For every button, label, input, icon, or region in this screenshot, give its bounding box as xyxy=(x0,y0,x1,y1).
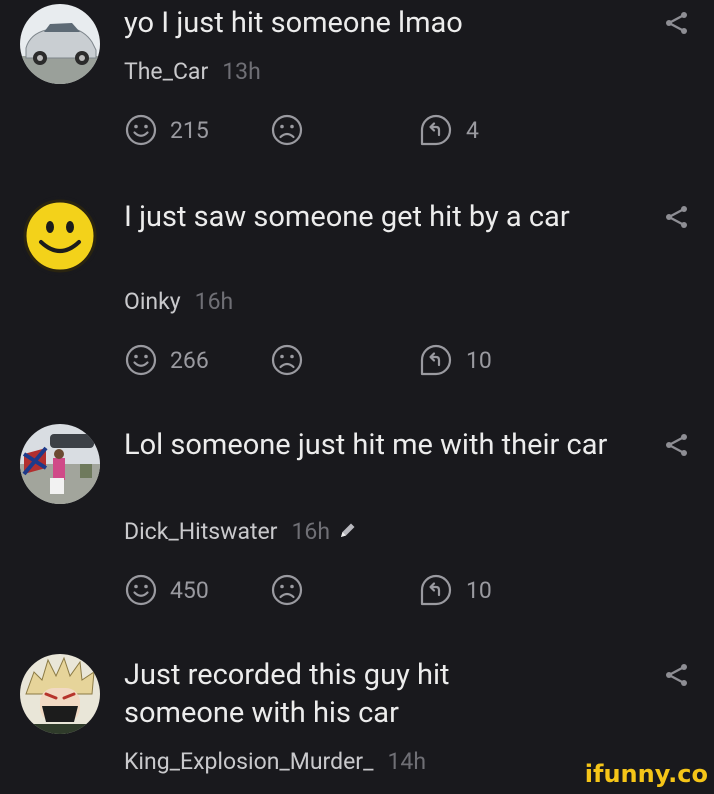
timestamp: 16h xyxy=(291,518,330,545)
reply-button[interactable]: 10 xyxy=(418,570,492,610)
smile-icon xyxy=(125,574,157,606)
unsmile-button[interactable] xyxy=(270,110,304,150)
smile-button[interactable]: 450 xyxy=(124,570,209,610)
timestamp: 14h xyxy=(387,748,426,775)
share-icon[interactable] xyxy=(662,202,692,232)
comment-actions: 266 10 xyxy=(124,340,544,380)
smiley-avatar-image xyxy=(20,196,100,276)
timestamp: 16h xyxy=(194,288,234,315)
comment-text: Lol someone just hit me with their car xyxy=(124,428,608,462)
reply-count: 4 xyxy=(466,116,479,144)
smile-icon xyxy=(125,114,157,146)
avatar[interactable] xyxy=(20,4,100,84)
avatar[interactable] xyxy=(20,424,100,504)
smile-button[interactable]: 215 xyxy=(124,110,209,150)
unsmile-button[interactable] xyxy=(270,340,304,380)
username[interactable]: The_Car xyxy=(124,58,208,85)
smile-count: 450 xyxy=(170,576,209,604)
avatar[interactable] xyxy=(20,654,100,734)
comment-meta: The_Car 13h xyxy=(124,58,261,85)
comment-meta: King_Explosion_Murder_ 14h xyxy=(124,748,426,775)
timestamp: 13h xyxy=(222,58,261,85)
reply-icon xyxy=(420,344,452,376)
username[interactable]: King_Explosion_Murder_ xyxy=(124,748,373,775)
reply-button[interactable]: 10 xyxy=(418,340,492,380)
smile-count: 215 xyxy=(170,116,209,144)
car-avatar-image xyxy=(20,4,100,84)
share-icon[interactable] xyxy=(662,430,692,460)
reply-icon xyxy=(420,114,452,146)
edited-pencil-icon xyxy=(338,519,358,546)
smile-icon xyxy=(125,344,157,376)
share-icon[interactable] xyxy=(662,8,692,38)
avatar[interactable] xyxy=(20,196,100,276)
comment-meta: Dick_Hitswater 16h xyxy=(124,518,358,546)
unsmile-button[interactable] xyxy=(270,570,304,610)
comment-text: Just recorded this guy hit someone with … xyxy=(124,658,450,730)
frown-icon xyxy=(271,114,303,146)
smile-count: 266 xyxy=(170,346,209,374)
photo-avatar-image xyxy=(20,424,100,504)
comment-actions: 215 4 xyxy=(124,110,544,150)
reply-count: 10 xyxy=(466,576,492,604)
anime-avatar-image xyxy=(20,654,100,734)
share-icon[interactable] xyxy=(662,660,692,690)
reply-icon xyxy=(420,574,452,606)
comment-text: I just saw someone get hit by a car xyxy=(124,200,570,234)
comment-text: yo I just hit someone lmao xyxy=(124,6,463,40)
frown-icon xyxy=(271,344,303,376)
username[interactable]: Oinky xyxy=(124,288,181,315)
frown-icon xyxy=(271,574,303,606)
ifunny-watermark: ifunny.co xyxy=(584,760,708,788)
smile-button[interactable]: 266 xyxy=(124,340,209,380)
username[interactable]: Dick_Hitswater xyxy=(124,518,277,545)
reply-button[interactable]: 4 xyxy=(418,110,479,150)
reply-count: 10 xyxy=(466,346,492,374)
comment-meta: Oinky 16h xyxy=(124,288,233,315)
comment-actions: 450 10 xyxy=(124,570,544,610)
